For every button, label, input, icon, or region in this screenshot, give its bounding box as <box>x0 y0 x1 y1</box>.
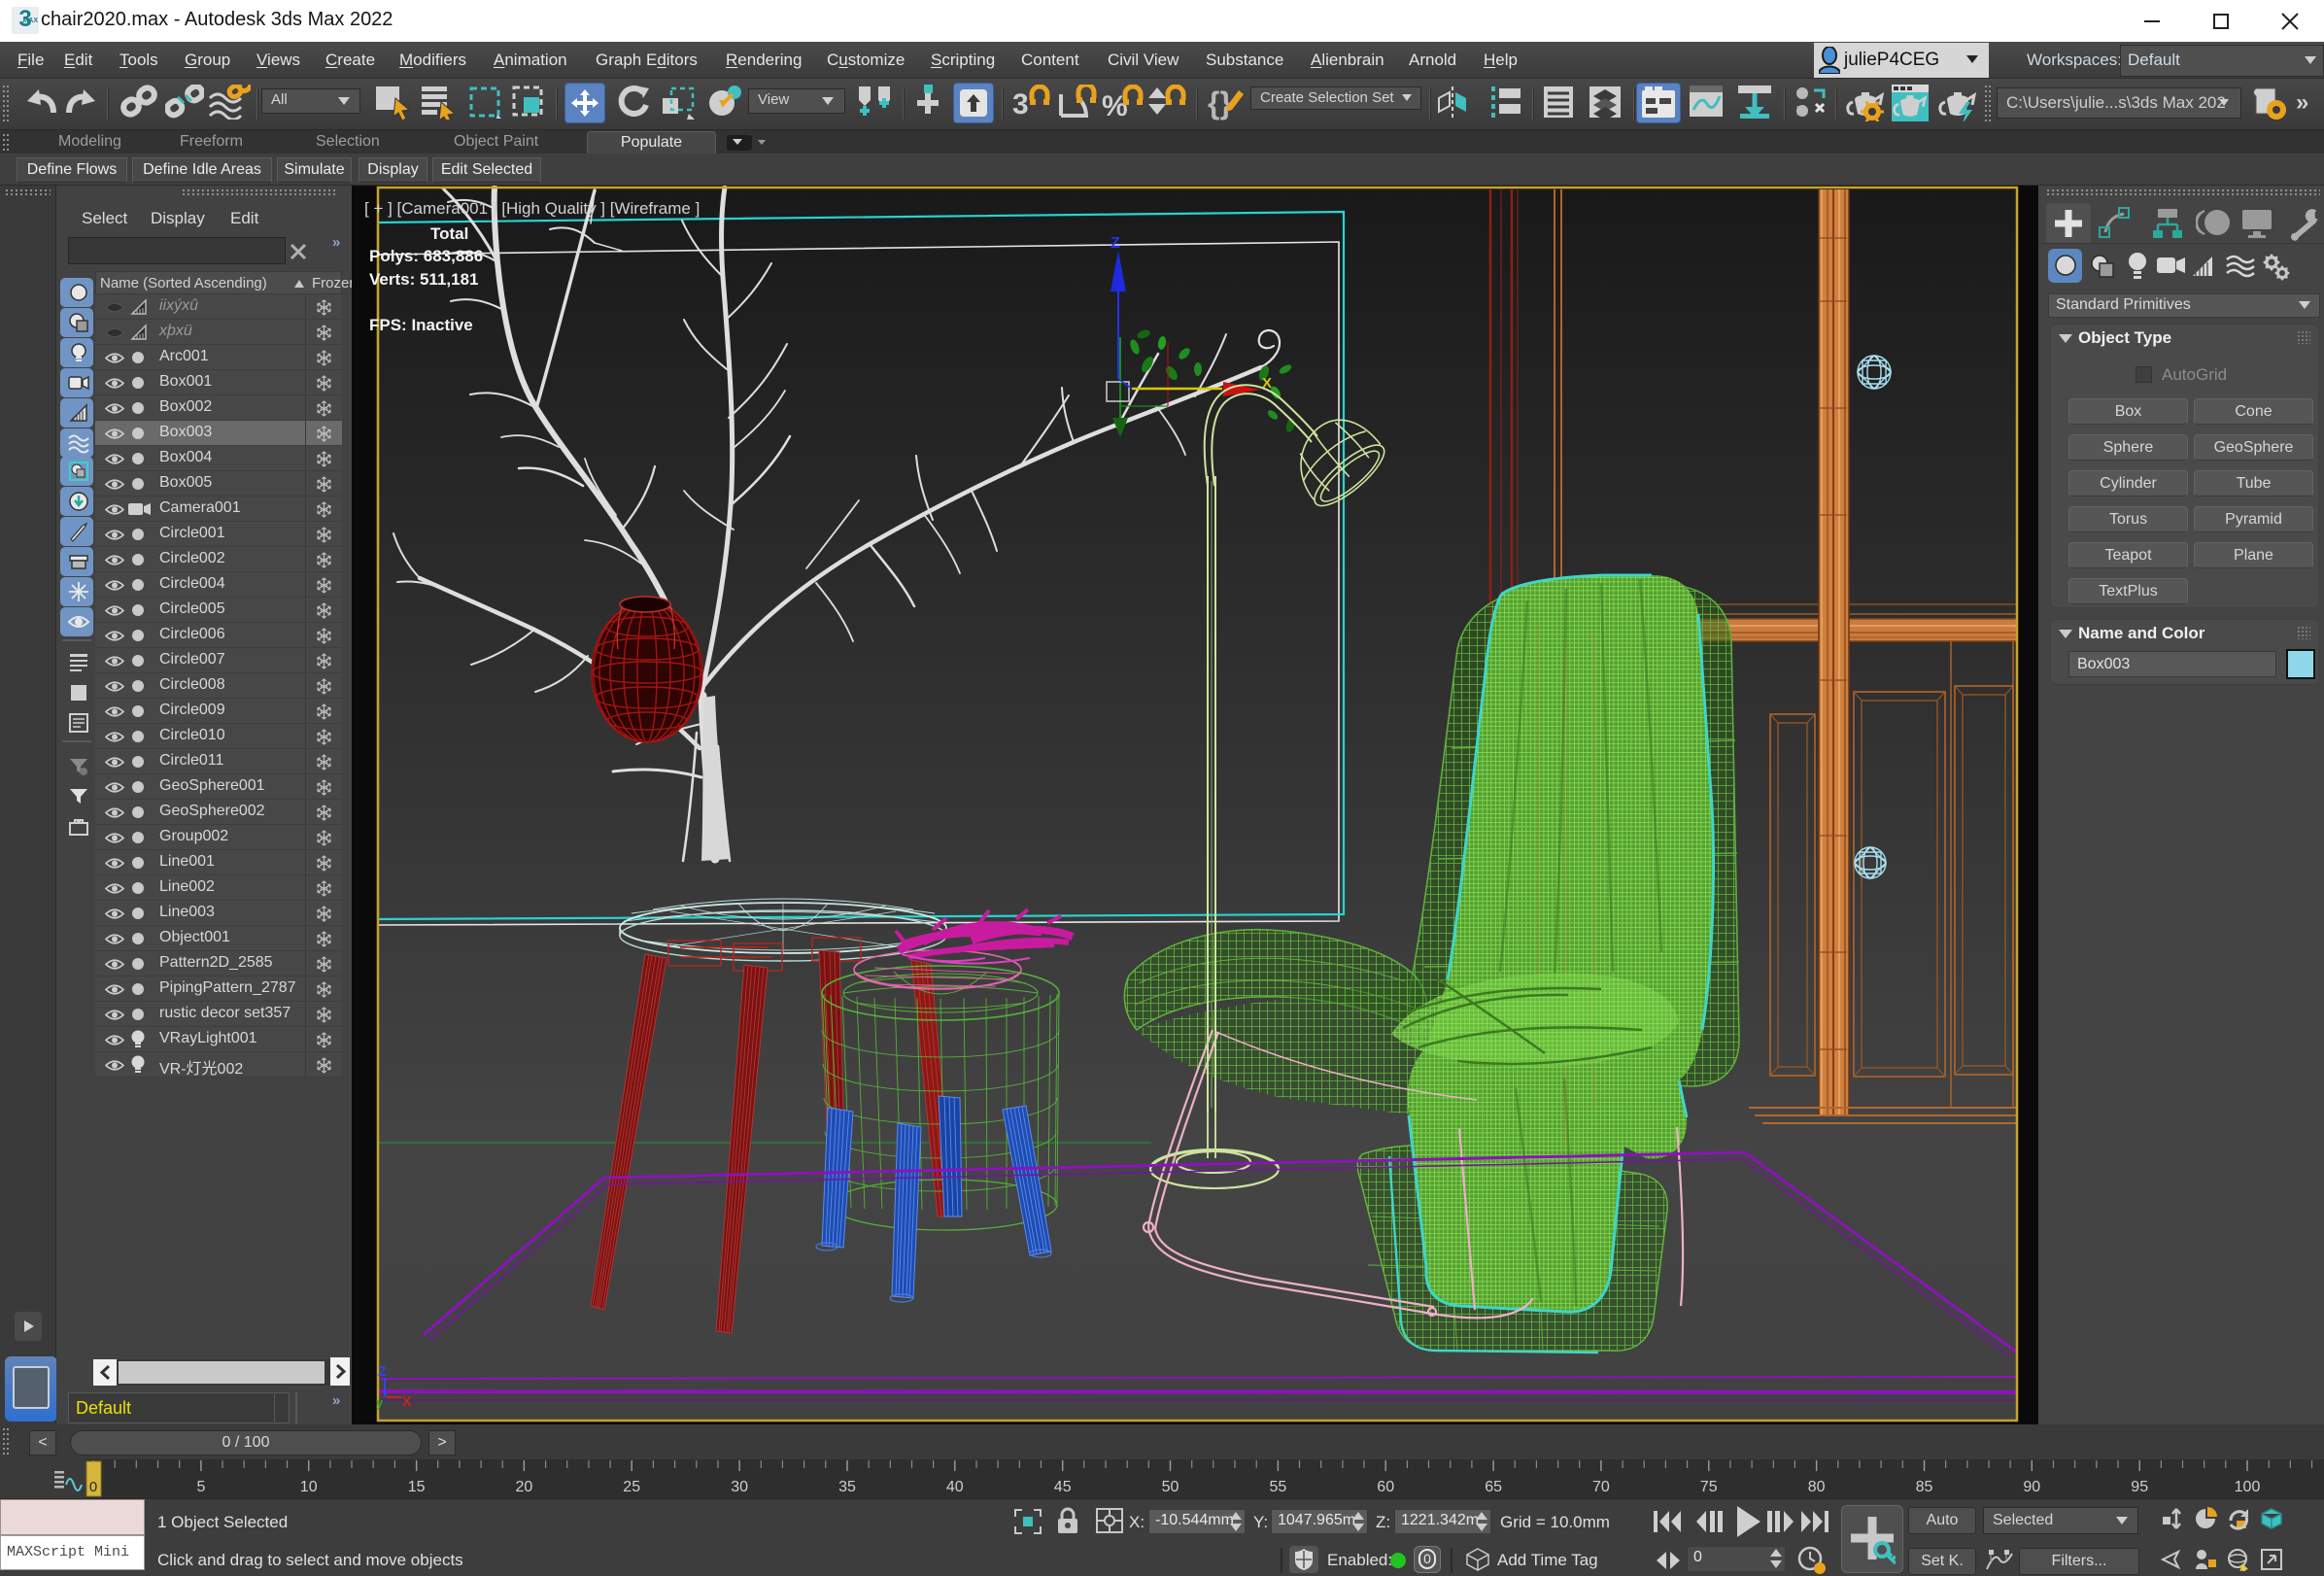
svg-text:75: 75 <box>1700 1479 1718 1495</box>
svg-text:15: 15 <box>408 1479 426 1495</box>
svg-text:60: 60 <box>1377 1479 1394 1495</box>
svg-text:3: 3 <box>1012 88 1029 120</box>
svg-text:85: 85 <box>1916 1479 1933 1495</box>
svg-text:65: 65 <box>1485 1479 1502 1495</box>
svg-text:100: 100 <box>2235 1479 2261 1495</box>
svg-text:Z: Z <box>1111 235 1120 252</box>
svg-text:30: 30 <box>731 1479 748 1495</box>
svg-text:FPS: Inactive: FPS: Inactive <box>369 316 473 334</box>
svg-text:40: 40 <box>946 1479 964 1495</box>
svg-text:Total: Total <box>430 224 468 243</box>
svg-text:95: 95 <box>2131 1479 2148 1495</box>
svg-text:50: 50 <box>1162 1479 1179 1495</box>
svg-text:20: 20 <box>516 1479 533 1495</box>
svg-text:25: 25 <box>623 1479 640 1495</box>
svg-text:[ + ] [Camera001 ] [High Qual: [ + ] [Camera001 ] [High Quality ] [Wire… <box>364 199 700 218</box>
svg-text:{}: {} <box>1208 86 1232 120</box>
svg-text:0: 0 <box>89 1479 97 1495</box>
svg-text:35: 35 <box>838 1479 856 1495</box>
svg-text:70: 70 <box>1592 1479 1610 1495</box>
svg-text:Z: Z <box>378 1363 387 1379</box>
svg-text:y: y <box>376 1395 384 1410</box>
svg-text:5: 5 <box>196 1479 205 1495</box>
svg-text:X: X <box>402 1393 412 1409</box>
svg-text:Verts: 511,181: Verts: 511,181 <box>369 270 478 289</box>
svg-text:55: 55 <box>1270 1479 1287 1495</box>
svg-text:10: 10 <box>300 1479 318 1495</box>
svg-text:90: 90 <box>2023 1479 2040 1495</box>
svg-text:Polys: 683,886: Polys: 683,886 <box>369 247 483 265</box>
svg-text:45: 45 <box>1054 1479 1072 1495</box>
svg-text:80: 80 <box>1808 1479 1826 1495</box>
